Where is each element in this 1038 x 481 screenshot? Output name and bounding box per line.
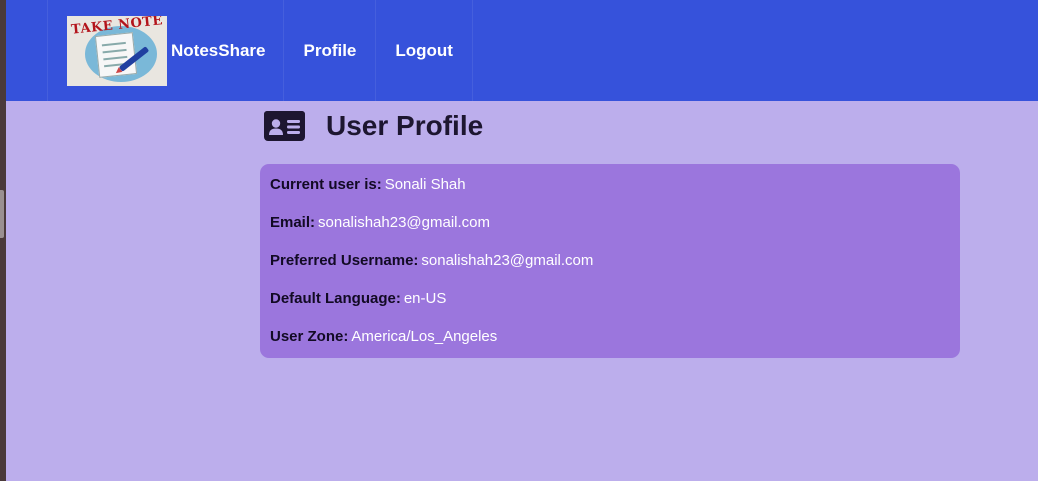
profile-value: en-US xyxy=(403,290,447,307)
id-card-icon xyxy=(264,111,305,141)
page-title: User Profile xyxy=(326,110,484,141)
profile-value: sonalishah23@gmail.com xyxy=(421,252,594,269)
profile-value: sonalishah23@gmail.com xyxy=(318,214,490,231)
profile-value: America/Los_Angeles xyxy=(351,328,498,345)
profile-row-default-language: Default Language: en-US xyxy=(270,290,950,328)
profile-row-email: Email: sonalishah23@gmail.com xyxy=(270,214,950,252)
nav-inner: TAKE NOTE NotesShare Profile Logout xyxy=(47,0,473,101)
nav-link-profile[interactable]: Profile xyxy=(284,0,377,101)
profile-label: Default Language: xyxy=(270,290,401,307)
nav-link-logout[interactable]: Logout xyxy=(376,0,473,101)
profile-row-preferred-username: Preferred Username: sonalishah23@gmail.co… xyxy=(270,252,950,290)
brand-link[interactable]: TAKE NOTE NotesShare xyxy=(48,0,285,101)
profile-label: User Zone: xyxy=(270,328,349,345)
profile-card: Current user is: Sonali Shah Email: sonali… xyxy=(260,164,960,358)
profile-label: Preferred Username: xyxy=(270,252,419,269)
take-note-logo: TAKE NOTE xyxy=(67,15,167,86)
profile-label: Email: xyxy=(270,214,316,231)
brand-name[interactable]: NotesShare xyxy=(171,41,265,61)
profile-row-user-zone: User Zone: America/Los_Angeles xyxy=(270,328,950,366)
page-heading: User Profile xyxy=(263,106,483,146)
resize-grip[interactable] xyxy=(0,190,4,238)
top-navbar: TAKE NOTE NotesShare Profile Logout xyxy=(6,0,1038,101)
profile-value: Sonali Shah xyxy=(384,176,466,193)
profile-row-current-user: Current user is: Sonali Shah xyxy=(270,176,950,214)
profile-label: Current user is: xyxy=(270,176,382,193)
